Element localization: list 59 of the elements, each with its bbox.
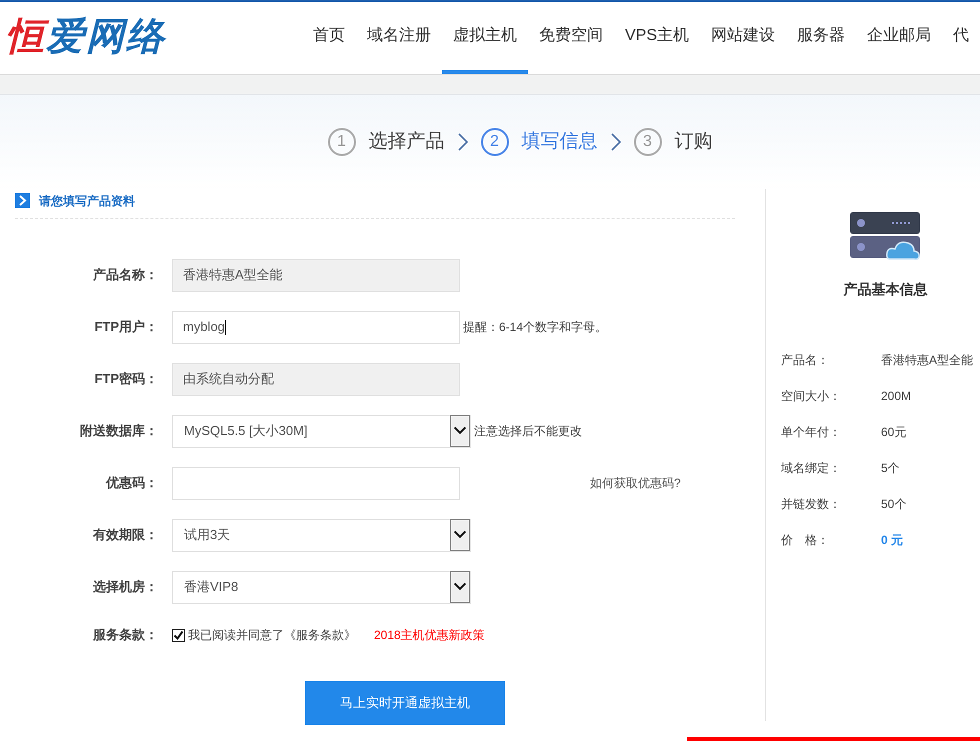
info-value: 50个 — [881, 496, 906, 513]
nav-tab[interactable]: 企业邮局 — [856, 1, 942, 74]
info-label: 单个年付： — [781, 424, 842, 441]
nav-tab[interactable]: 服务器 — [786, 1, 856, 74]
step-label: 订购 — [674, 130, 712, 154]
logo[interactable]: 恒爱网络 — [6, 9, 166, 66]
checkbox[interactable] — [172, 628, 185, 642]
nav-tab[interactable]: 域名注册 — [356, 1, 442, 74]
field-hint: 提醒：6-14个数字和字母。 — [463, 319, 608, 336]
select-field[interactable]: 香港VIP8 — [172, 570, 471, 604]
readonly-field: 香港特惠A型全能 — [172, 258, 460, 292]
field-hint: 注意选择后不能更改 — [474, 423, 582, 440]
select-field[interactable]: MySQL5.5 [大小30M] — [172, 414, 471, 448]
info-label: 产品名： — [781, 352, 830, 369]
select-field[interactable]: 试用3天 — [172, 518, 471, 552]
nav-tab[interactable]: 代 — [942, 1, 980, 74]
field-label: FTP密码： — [93, 370, 159, 388]
info-value: 60元 — [881, 424, 906, 441]
dropdown-icon[interactable] — [450, 519, 470, 551]
info-label: 价 格： — [781, 532, 830, 549]
info-value: 200M — [881, 388, 912, 405]
field-label: 选择机房： — [92, 578, 159, 596]
nav-tab[interactable]: VPS主机 — [614, 1, 700, 74]
nav-tab[interactable]: 网站建设 — [700, 1, 786, 74]
chevron-right-icon — [456, 132, 468, 152]
field-label: FTP用户： — [93, 318, 159, 336]
checkmark-icon — [173, 630, 184, 640]
step-label: 填写信息 — [522, 130, 598, 154]
step-label: 选择产品 — [368, 130, 444, 154]
terms-text: 我已阅读并同意了《服务条款》 — [188, 627, 356, 644]
step-number: 2 — [480, 128, 508, 156]
submit-button[interactable]: 马上实时开通虚拟主机 — [305, 681, 505, 725]
step-number: 1 — [328, 128, 356, 156]
readonly-field: 由系统自动分配 — [172, 362, 460, 396]
section-title: 请您填写产品资料 — [39, 192, 135, 210]
field-label: 有效期限： — [92, 526, 159, 544]
cloud-server-icon — [850, 212, 922, 262]
chevron-right-icon — [610, 132, 622, 152]
coupon-help-link[interactable]: 如何获取优惠码? — [590, 474, 681, 492]
info-value: 香港特惠A型全能 — [881, 352, 974, 369]
dropdown-icon[interactable] — [450, 571, 470, 603]
info-value: 0 元 — [881, 532, 904, 549]
input-field[interactable] — [172, 466, 460, 500]
dropdown-icon[interactable] — [450, 415, 470, 447]
info-title: 产品基本信息 — [844, 281, 928, 297]
nav-tab[interactable]: 免费空间 — [528, 1, 614, 74]
field-label: 产品名称： — [92, 266, 159, 284]
nav-tab[interactable]: 首页 — [302, 1, 356, 74]
step-number: 3 — [634, 128, 662, 156]
policy-link[interactable]: 2018主机优惠新政策 — [374, 626, 485, 644]
info-label: 并链发数： — [781, 496, 842, 513]
input-field[interactable]: myblog — [172, 310, 460, 344]
chevron-right-icon — [15, 193, 30, 208]
field-label: 服务条款： — [92, 626, 159, 644]
info-label: 空间大小： — [781, 388, 842, 405]
field-label: 优惠码： — [104, 474, 159, 492]
field-label: 附送数据库： — [79, 422, 159, 440]
info-value: 5个 — [881, 460, 900, 477]
info-label: 域名绑定： — [781, 460, 842, 477]
